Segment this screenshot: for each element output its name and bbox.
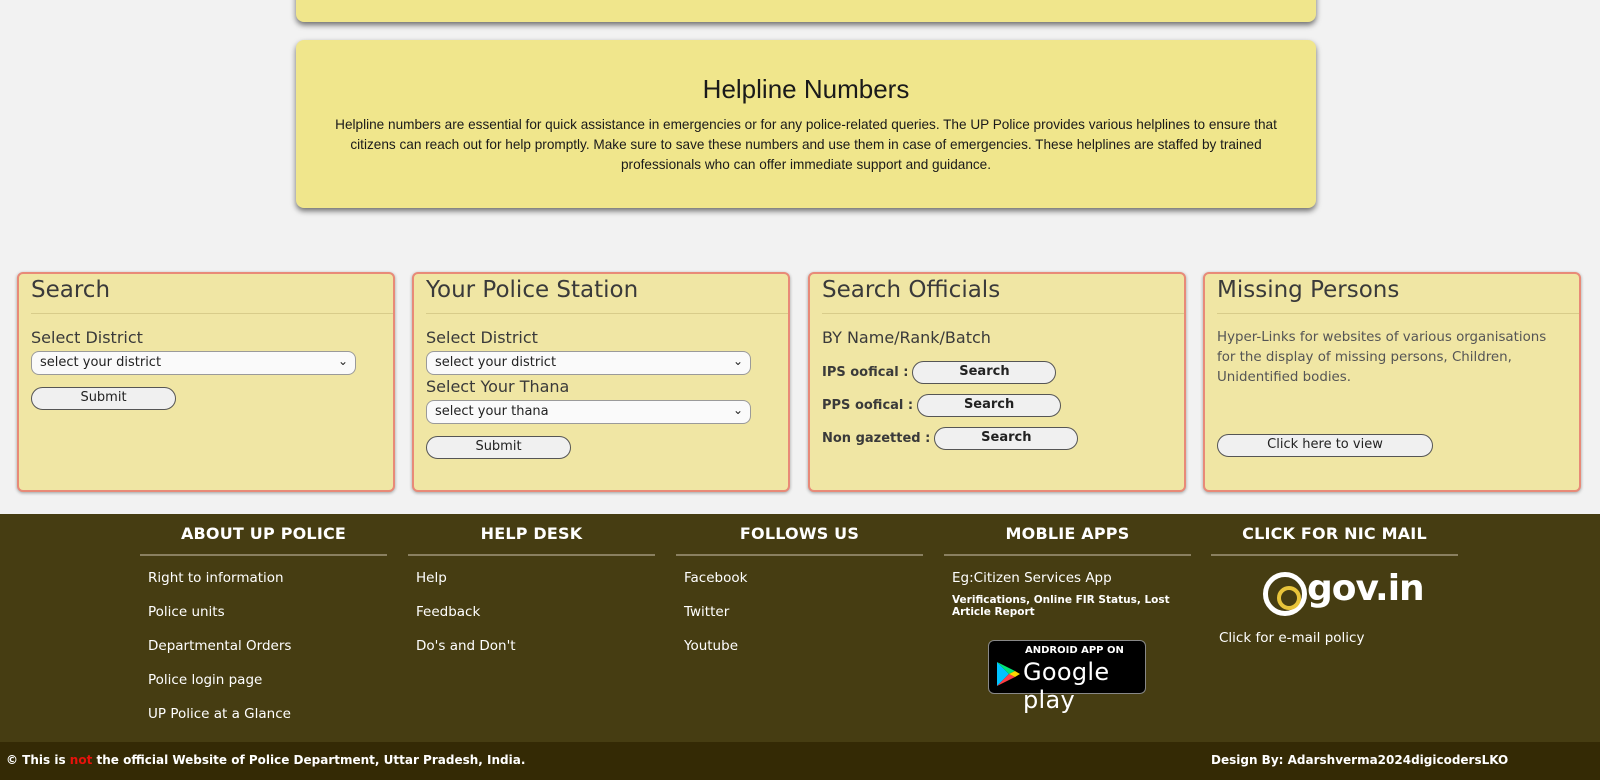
footer-link[interactable]: Help [416,570,655,604]
pps-row: PPS oofical : Search [822,394,1172,417]
footer-helpdesk-heading: HELP DESK [408,514,655,556]
ips-search-button[interactable]: Search [912,361,1057,384]
footer-follow-heading: FOLLOWS US [676,514,923,556]
footer-link[interactable]: Right to information [148,570,387,604]
gov-in-logo-text: gov.in [1307,568,1425,609]
footer-about: ABOUT UP POLICE Right to information Pol… [140,514,387,740]
footer-about-heading: ABOUT UP POLICE [140,514,387,556]
widget-row: Search Select District select your distr… [0,250,1600,514]
non-gazetted-row: Non gazetted : Search [822,427,1172,450]
helpline-title: Helpline Numbers [702,74,910,104]
district-select-value: select your district [435,355,557,370]
ips-row: IPS oofical : Search [822,361,1172,384]
search-submit-button[interactable]: Submit [31,387,176,410]
police-station-submit-button[interactable]: Submit [426,436,571,459]
footer: ABOUT UP POLICE Right to information Pol… [0,514,1600,742]
app-description: Verifications, Online FIR Status, Lost A… [952,594,1170,618]
missing-title: Missing Persons [1217,274,1579,314]
design-credit: Design By: Adarshverma2024digicodersLKO [1211,753,1509,767]
disclaimer: © This is not the official Website of Po… [6,753,525,767]
thana-select[interactable]: select your thana ⌄ [426,400,751,424]
chevron-down-icon: ⌄ [337,354,348,368]
helpline-text: Helpline numbers are essential for quick… [335,117,1277,172]
search-officials-widget: Search Officials BY Name/Rank/Batch IPS … [808,272,1186,492]
non-gazetted-search-button[interactable]: Search [934,427,1079,450]
district-select[interactable]: select your district ⌄ [426,351,751,375]
footer-apps-heading: MOBLIE APPS [944,514,1191,556]
missing-text: Hyper-Links for websites of various orga… [1217,330,1547,385]
chevron-down-icon: ⌄ [732,403,743,417]
footer-link[interactable]: UP Police at a Glance [148,706,387,740]
badge-small-text: ANDROID APP ON [1025,645,1124,656]
district-label: Select District [31,328,143,347]
ips-label: IPS oofical : [822,365,909,380]
footer-apps: MOBLIE APPS Eg:Citizen Services App Veri… [944,514,1191,714]
footer-link[interactable]: Departmental Orders [148,638,387,672]
disclaimer-pre: © This is [6,753,66,767]
click-to-view-button[interactable]: Click here to view [1217,434,1433,457]
chevron-down-icon: ⌄ [732,354,743,368]
email-policy-link[interactable]: Click for e-mail policy [1219,630,1364,646]
disclaimer-post: the official Website of Police Departmen… [96,753,526,767]
footer-link[interactable]: Police login page [148,672,387,706]
facebook-link[interactable]: Facebook [684,570,923,604]
badge-big-text: Google play [1023,658,1110,714]
officials-subtitle: BY Name/Rank/Batch [822,328,991,347]
google-play-badge[interactable]: ANDROID APP ON Google play [988,640,1146,714]
youtube-link[interactable]: Youtube [684,638,923,672]
bottom-bar: © This is not the official Website of Po… [0,742,1600,780]
google-play-icon [997,662,1020,686]
pps-label: PPS oofical : [822,398,914,413]
app-name[interactable]: Eg:Citizen Services App [944,556,1191,586]
thana-select-value: select your thana [435,404,549,419]
thana-label: Select Your Thana [426,377,570,396]
footer-nic-heading: CLICK FOR NIC MAIL [1211,514,1458,556]
footer-link[interactable]: Do's and Don't [416,638,655,672]
footer-link[interactable]: Police units [148,604,387,638]
missing-persons-widget: Missing Persons Hyper-Links for websites… [1203,272,1581,492]
officials-title: Search Officials [822,274,1184,314]
helpline-card: Helpline Numbers Helpline numbers are es… [296,40,1316,208]
twitter-link[interactable]: Twitter [684,604,923,638]
footer-nic: CLICK FOR NIC MAIL gov.in Click for e-ma… [1211,514,1458,646]
district-select-value: select your district [40,355,162,370]
search-widget: Search Select District select your distr… [17,272,395,492]
police-station-title: Your Police Station [426,274,788,314]
previous-card [296,0,1316,22]
content-area: Helpline Numbers Helpline numbers are es… [6,0,1592,250]
footer-follow: FOLLOWS US Facebook Twitter Youtube [676,514,923,672]
district-select[interactable]: select your district ⌄ [31,351,356,375]
disclaimer-not: not [69,753,93,767]
non-gazetted-label: Non gazetted : [822,431,931,446]
police-station-widget: Your Police Station Select District sele… [412,272,790,492]
search-widget-title: Search [31,274,393,314]
pps-search-button[interactable]: Search [917,394,1062,417]
at-sign-icon [1263,572,1307,616]
district-label: Select District [426,328,538,347]
footer-link[interactable]: Feedback [416,604,655,638]
footer-helpdesk: HELP DESK Help Feedback Do's and Don't [408,514,655,672]
